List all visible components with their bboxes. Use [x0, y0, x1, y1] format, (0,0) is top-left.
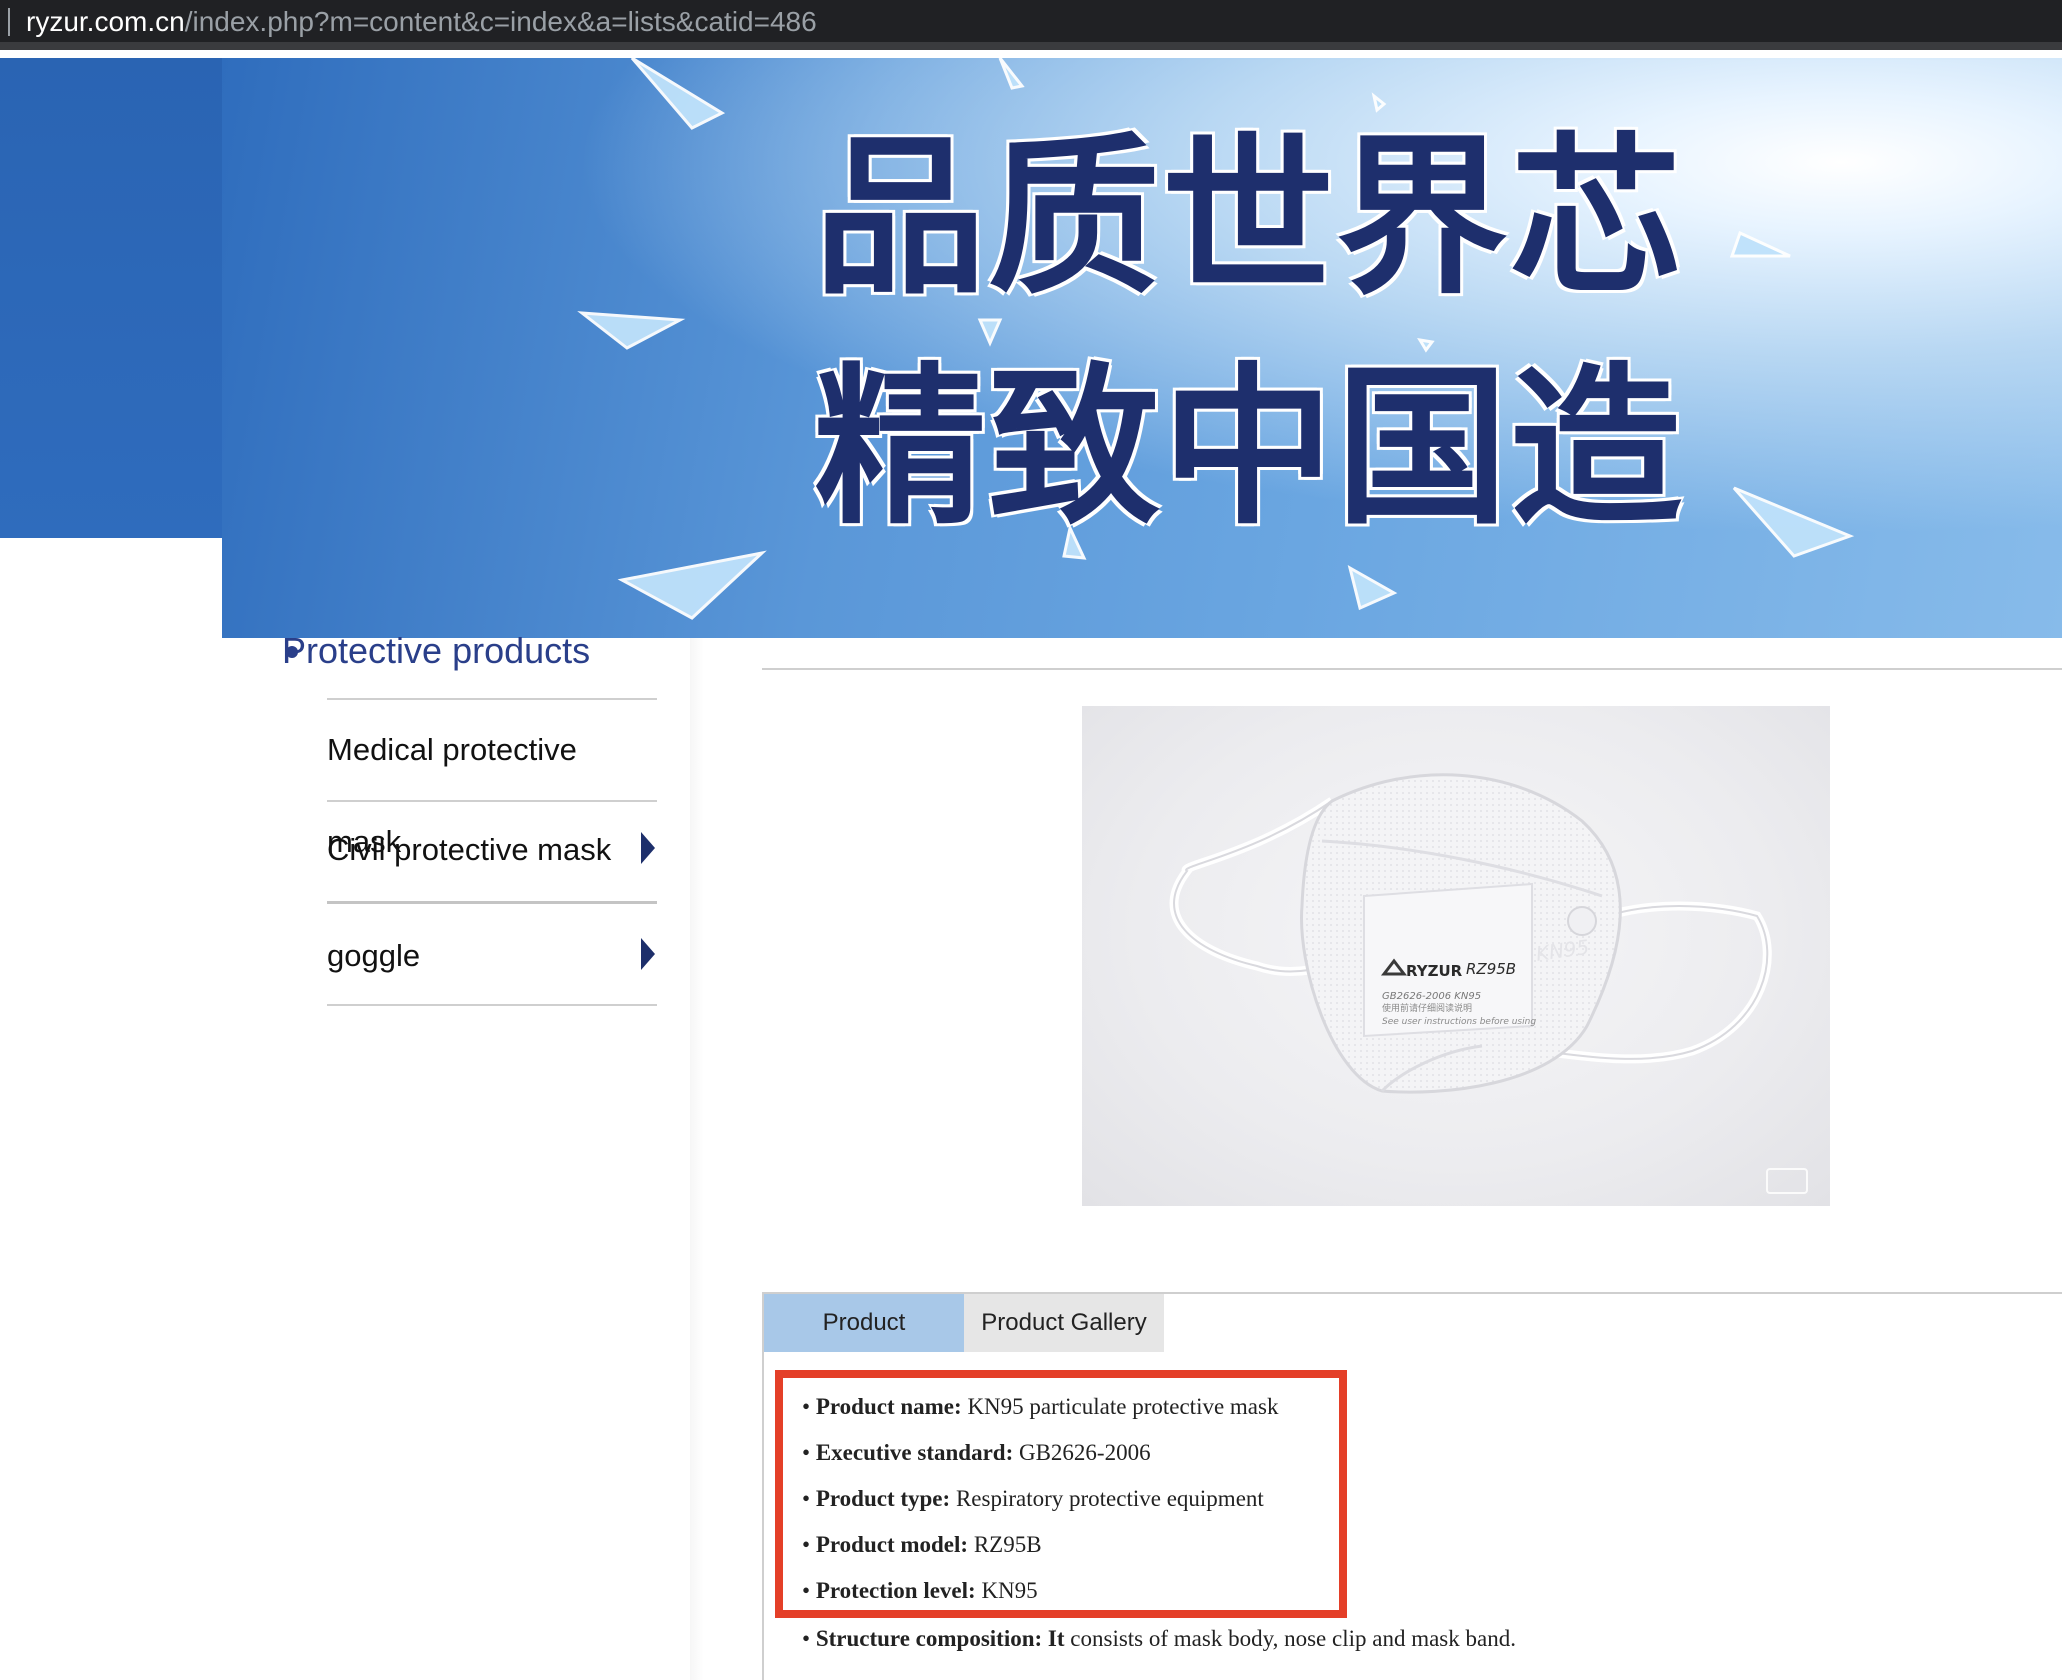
sidebar-item-label: Medical protective [327, 732, 577, 767]
spec-structure-composition: • Structure composition: It consists of … [802, 1626, 1516, 1651]
shard [1732, 486, 1855, 558]
mask-chinese-note: 使用前请仔细阅读说明 [1382, 1002, 1472, 1014]
shard [1347, 564, 1398, 611]
header-left-background [0, 58, 222, 538]
sidebar-item-medical-protective[interactable]: Medical protective [327, 700, 657, 802]
spec-key: Structure composition: It [815, 1626, 1065, 1651]
spec-value: consists of mask body, nose clip and mas… [1070, 1626, 1516, 1651]
sidebar-item-label: goggle [327, 938, 421, 973]
sidebar-item-goggle[interactable]: goggle [327, 904, 657, 1006]
browser-address-bar[interactable]: ryzur.com.cn/index.php?m=content&c=index… [0, 0, 2062, 50]
kn95-mask-illustration: RYZUR RZ95B GB2626-2006 KN95 使用前请仔细阅读说明 … [1169, 773, 1772, 1094]
sidebar-item-civil-protective-mask[interactable]: Civil protective mask mask [327, 802, 657, 904]
mask-instruction: See user instructions before using [1382, 1017, 1536, 1027]
sidebar-parent-protective-products[interactable]: Protective products [282, 630, 590, 672]
divider [762, 668, 2062, 670]
category-sidebar: Protective products Medical protective C… [222, 630, 702, 1680]
shard [577, 311, 686, 350]
watermark-icon [1766, 1168, 1808, 1194]
sidebar-item-overlap-label: mask [327, 824, 402, 859]
mask-model: RZ95B [1466, 960, 1516, 978]
text-cursor [8, 8, 10, 36]
product-image[interactable]: RYZUR RZ95B GB2626-2006 KN95 使用前请仔细阅读说明 … [1082, 706, 1830, 1206]
hero-banner: 品质世界芯 精致中国造 [222, 58, 2062, 638]
banner-slogan-line-1: 品质世界芯 [814, 117, 1684, 318]
tab-product-gallery[interactable]: Product Gallery [964, 1294, 1164, 1352]
shard [998, 58, 1025, 90]
mask-standard: GB2626-2006 KN95 [1382, 991, 1481, 1002]
shard [977, 318, 1003, 347]
shard [1729, 230, 1791, 258]
chevron-right-icon[interactable] [641, 832, 655, 864]
highlight-annotation-box [775, 1370, 1347, 1618]
url-field[interactable]: ryzur.com.cn/index.php?m=content&c=index… [26, 4, 817, 40]
banner-slogan-line-2: 精致中国造 [814, 347, 1684, 548]
shard [1371, 92, 1387, 113]
url-path: /index.php?m=content&c=index&a=lists&cat… [184, 6, 817, 37]
shard [630, 58, 726, 130]
mask-brand: RYZUR [1406, 962, 1463, 980]
shard [617, 550, 767, 620]
tab-product[interactable]: Product [764, 1294, 964, 1352]
url-host: ryzur.com.cn [26, 6, 185, 37]
chevron-right-icon[interactable] [641, 938, 655, 970]
sidebar-edge [690, 638, 704, 1680]
